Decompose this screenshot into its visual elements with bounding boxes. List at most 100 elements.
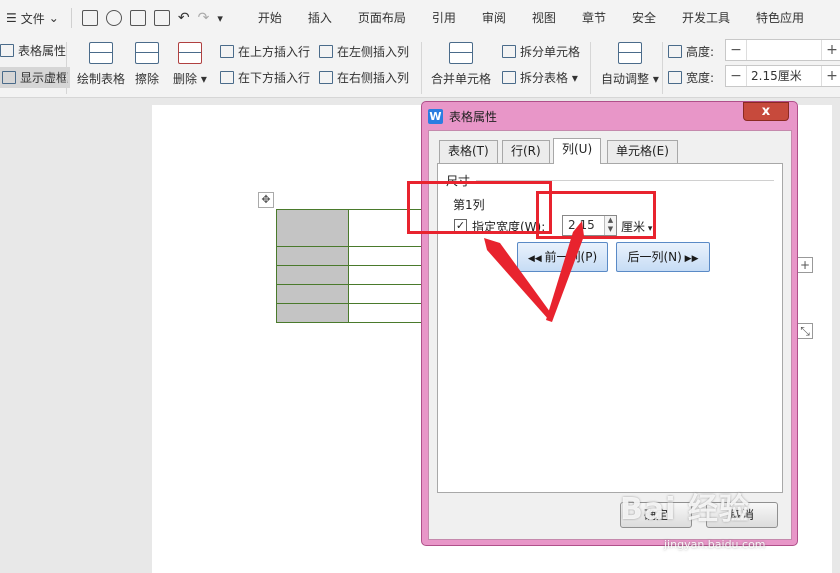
width-label-group: 宽度:	[668, 69, 714, 86]
table-cell[interactable]	[276, 246, 349, 266]
table-move-handle-icon[interactable]: ✥	[258, 192, 274, 208]
print-icon[interactable]	[129, 10, 146, 26]
next-column-button[interactable]: 后一列(N) ▶▶	[616, 242, 710, 272]
previous-column-button[interactable]: ◀◀ 前一列(P)	[517, 242, 608, 272]
document-table[interactable]	[276, 209, 423, 323]
insert-column-right-button[interactable]: 在右侧插入列	[319, 69, 409, 86]
insert-row-below-icon	[220, 71, 234, 84]
insert-row-above-icon	[220, 45, 234, 58]
insert-row-above-button[interactable]: 在上方插入行	[220, 43, 310, 60]
table-cell[interactable]	[276, 284, 349, 304]
merge-cells-button[interactable]: 合并单元格	[431, 42, 491, 87]
draw-table-icon	[89, 42, 113, 64]
table-cell[interactable]	[348, 284, 423, 304]
table-row	[276, 265, 423, 285]
save-icon[interactable]	[81, 10, 98, 26]
minus-icon[interactable]: −	[726, 66, 746, 86]
table-cell[interactable]	[348, 303, 423, 323]
merge-cells-icon	[449, 42, 473, 64]
customize-chevron-icon[interactable]: ▾	[217, 12, 223, 25]
divider	[421, 42, 422, 94]
divider	[590, 42, 591, 94]
insert-column-right-icon	[319, 71, 333, 84]
width-value[interactable]: 2.15厘米	[746, 66, 822, 86]
watermark-brand: Bai 经验	[620, 492, 750, 527]
watermark-url: jingyan.baidu.com	[664, 538, 766, 551]
tab-row[interactable]: 行(R)	[502, 140, 550, 163]
file-menu-label: 文件	[20, 11, 45, 26]
split-table-label: 拆分表格 ▾	[520, 71, 578, 85]
split-table-icon	[502, 71, 516, 84]
menu-bar: ☰ 文件 ⌄ ↶ ↷ ▾ 开始 插入 页面布局 引用 审阅 视图 章节 安全 开…	[0, 0, 840, 36]
auto-fit-button[interactable]: 自动调整 ▾	[601, 42, 659, 87]
show-gridlines-button[interactable]: 显示虚框	[0, 67, 71, 88]
chevron-down-icon: ⌄	[48, 11, 59, 25]
table-cell[interactable]	[348, 265, 423, 285]
split-table-button[interactable]: 拆分表格 ▾	[502, 69, 578, 86]
table-properties-icon	[0, 44, 14, 57]
minus-icon[interactable]: −	[726, 40, 746, 60]
rewind-icon: ◀◀	[527, 254, 545, 264]
ribbon-toolbar: 表格属性 显示虚框 绘制表格 擦除 删除 ▾ 在上方插入行 在下方插入行 在左侧…	[0, 36, 840, 98]
tab-references[interactable]: 引用	[419, 0, 469, 36]
plus-icon[interactable]: +	[822, 66, 840, 86]
format-painter-icon[interactable]	[105, 10, 122, 26]
table-row	[276, 303, 423, 323]
tab-chapter[interactable]: 章节	[569, 0, 619, 36]
table-properties-button[interactable]: 表格属性	[0, 42, 66, 59]
split-cells-icon	[502, 45, 516, 58]
delete-button[interactable]: 删除 ▾	[173, 42, 207, 87]
tab-features[interactable]: 特色应用	[743, 0, 817, 36]
split-cells-button[interactable]: 拆分单元格	[502, 43, 580, 60]
hamburger-icon: ☰	[6, 11, 17, 25]
insert-column-left-button[interactable]: 在左侧插入列	[319, 43, 409, 60]
annotation-box-column	[407, 181, 552, 234]
add-column-icon[interactable]: +	[797, 257, 813, 273]
close-button[interactable]: x	[743, 102, 789, 121]
table-cell[interactable]	[276, 265, 349, 285]
tab-cell[interactable]: 单元格(E)	[607, 140, 678, 163]
column-width-icon	[668, 71, 682, 84]
insert-column-right-label: 在右侧插入列	[337, 71, 410, 85]
tab-insert[interactable]: 插入	[295, 0, 345, 36]
height-stepper[interactable]: − +	[725, 39, 840, 61]
file-menu[interactable]: ☰ 文件 ⌄	[0, 0, 65, 36]
tab-page-layout[interactable]: 页面布局	[345, 0, 419, 36]
previous-column-label: 前一列(P)	[544, 250, 598, 264]
tab-table[interactable]: 表格(T)	[439, 140, 498, 163]
redo-icon[interactable]: ↷	[198, 10, 210, 26]
eraser-button[interactable]: 擦除	[135, 42, 159, 87]
tab-review[interactable]: 审阅	[469, 0, 519, 36]
width-stepper[interactable]: − 2.15厘米 +	[725, 65, 840, 87]
table-row	[276, 246, 423, 266]
draw-table-button[interactable]: 绘制表格	[77, 42, 125, 87]
tab-column[interactable]: 列(U)	[553, 138, 602, 164]
resize-table-icon[interactable]: ⤡	[797, 323, 813, 339]
height-value[interactable]	[746, 40, 822, 60]
auto-fit-label: 自动调整 ▾	[601, 72, 659, 86]
divider	[662, 42, 663, 94]
show-gridlines-label: 显示虚框	[20, 71, 69, 85]
plus-icon[interactable]: +	[822, 40, 840, 60]
tab-home[interactable]: 开始	[245, 0, 295, 36]
tab-view[interactable]: 视图	[519, 0, 569, 36]
undo-icon[interactable]: ↶	[178, 10, 190, 26]
tab-developer[interactable]: 开发工具	[669, 0, 743, 36]
tab-security[interactable]: 安全	[619, 0, 669, 36]
table-cell[interactable]	[348, 246, 423, 266]
height-label-group: 高度:	[668, 43, 714, 60]
eraser-label: 擦除	[135, 72, 160, 86]
table-cell[interactable]	[276, 209, 349, 247]
dialog-title: 表格属性	[449, 109, 498, 124]
auto-fit-icon	[617, 42, 642, 64]
fast-forward-icon: ▶▶	[681, 254, 699, 264]
print-preview-icon[interactable]	[153, 10, 170, 26]
quick-access-toolbar: ↶ ↷ ▾	[78, 10, 227, 26]
insert-row-below-button[interactable]: 在下方插入行	[220, 69, 310, 86]
wps-logo-icon: W	[428, 108, 443, 124]
merge-cells-label: 合并单元格	[431, 72, 492, 86]
table-cell[interactable]	[276, 303, 349, 323]
insert-column-left-label: 在左侧插入列	[337, 45, 410, 59]
draw-table-label: 绘制表格	[77, 72, 126, 86]
table-row	[276, 209, 423, 247]
